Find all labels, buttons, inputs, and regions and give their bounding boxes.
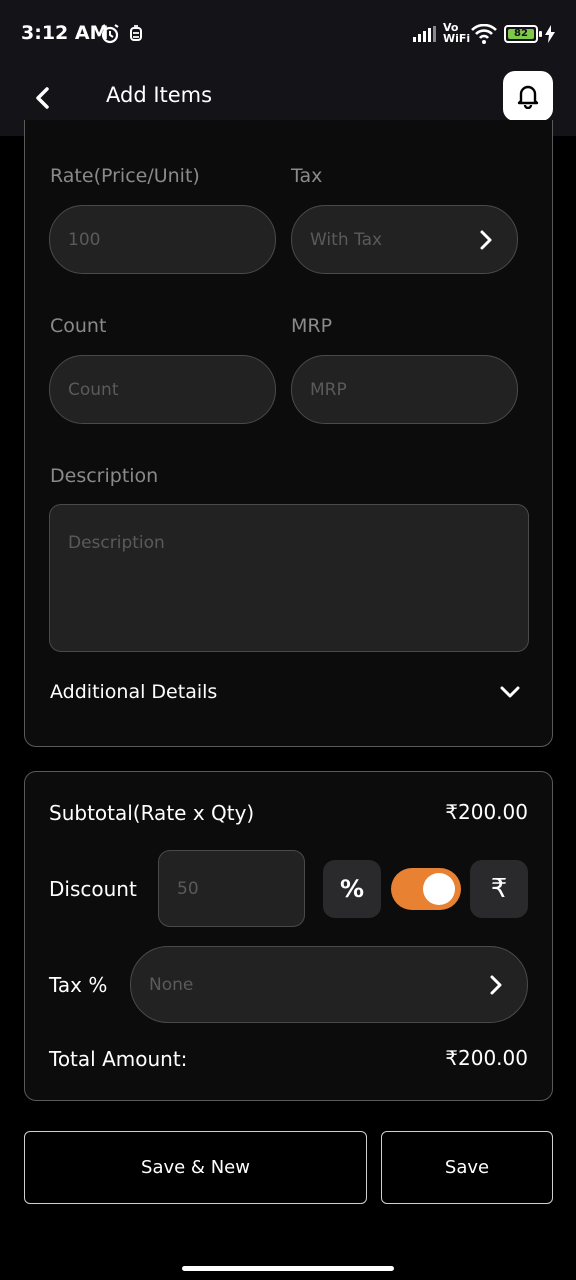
subtotal-label: Subtotal(Rate x Qty) — [49, 801, 255, 825]
tax-select[interactable]: With Tax — [291, 205, 518, 274]
rate-placeholder: 100 — [68, 229, 101, 250]
back-chevron-icon — [36, 87, 49, 109]
item-form-card: Rate(Price/Unit) 100 Tax With Tax Count … — [24, 120, 553, 747]
tax-percent-select[interactable]: None — [130, 946, 528, 1023]
alarm-icon — [98, 22, 122, 50]
rate-input[interactable]: 100 — [49, 205, 276, 274]
tax-percent-placeholder: None — [149, 974, 194, 995]
wifi-icon — [471, 23, 497, 48]
tax-placeholder: With Tax — [310, 229, 383, 250]
percent-button[interactable]: % — [323, 860, 381, 918]
vowifi-label: Vo WiFi — [443, 21, 471, 45]
chevron-right-icon — [480, 230, 492, 250]
discount-type-toggle[interactable] — [391, 868, 461, 910]
mrp-label: MRP — [291, 315, 333, 337]
status-bar: 3:12 AM Vo WiFi 82 — [0, 0, 576, 64]
notification-icon — [128, 24, 144, 48]
save-button[interactable]: Save — [381, 1131, 553, 1204]
count-placeholder: Count — [68, 379, 119, 400]
discount-placeholder: 50 — [177, 878, 199, 899]
save-and-new-button[interactable]: Save & New — [24, 1131, 367, 1204]
total-value: ₹200.00 — [445, 1046, 528, 1070]
rate-label: Rate(Price/Unit) — [50, 165, 200, 187]
page-title: Add Items — [106, 83, 213, 107]
count-label: Count — [50, 315, 107, 337]
subtotal-value: ₹200.00 — [445, 800, 528, 824]
rupee-button[interactable]: ₹ — [470, 860, 528, 918]
mrp-input[interactable]: MRP — [291, 355, 518, 424]
battery-icon: 82 — [504, 25, 538, 43]
tax-percent-label: Tax % — [49, 973, 108, 997]
status-time: 3:12 AM — [21, 22, 109, 44]
chevron-down-icon[interactable] — [499, 684, 521, 700]
toggle-knob — [423, 873, 455, 905]
charging-icon — [545, 25, 555, 47]
chevron-right-icon — [490, 975, 502, 995]
signal-icon — [413, 26, 439, 46]
description-label: Description — [50, 465, 159, 487]
discount-input[interactable]: 50 — [158, 850, 305, 927]
summary-card: Subtotal(Rate x Qty) ₹200.00 Discount 50… — [24, 771, 553, 1101]
additional-details-toggle[interactable]: Additional Details — [50, 681, 217, 703]
battery-cap — [539, 31, 542, 37]
description-input[interactable]: Description — [49, 504, 529, 652]
count-input[interactable]: Count — [49, 355, 276, 424]
bell-icon — [517, 85, 539, 109]
discount-label: Discount — [49, 877, 137, 901]
home-indicator[interactable] — [182, 1266, 394, 1271]
battery-level: 82 — [508, 29, 534, 39]
back-button[interactable] — [24, 80, 60, 116]
total-label: Total Amount: — [49, 1047, 188, 1071]
mrp-placeholder: MRP — [310, 379, 347, 400]
description-placeholder: Description — [68, 533, 165, 553]
notification-button[interactable] — [503, 71, 553, 121]
tax-label: Tax — [291, 165, 323, 187]
